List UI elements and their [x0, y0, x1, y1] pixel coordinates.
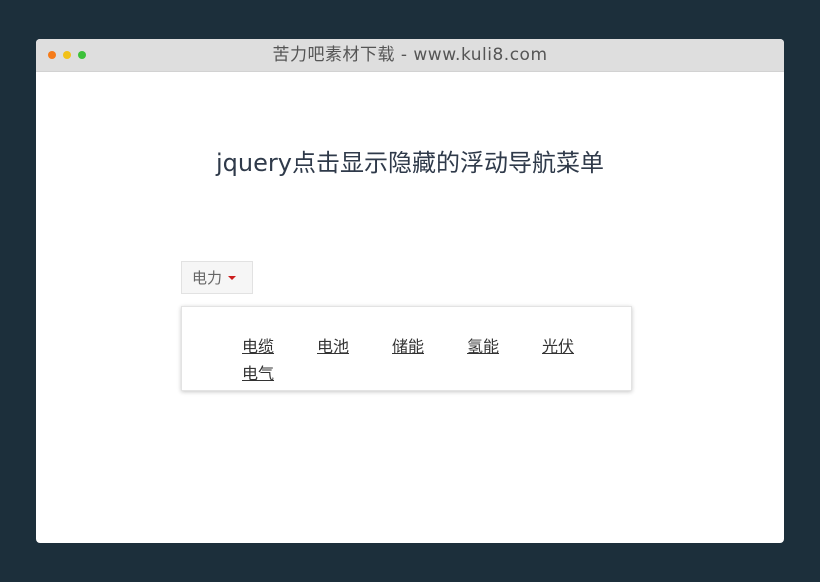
browser-window: 苦力吧素材下载 - www.kuli8.com jquery点击显示隐藏的浮动导… [36, 39, 784, 543]
menu-item-electrical[interactable]: 电气 [242, 360, 274, 384]
page-title: jquery点击显示隐藏的浮动导航菜单 [216, 149, 604, 177]
window-title: 苦力吧素材下载 - www.kuli8.com [272, 45, 548, 65]
menu-item-energy-storage[interactable]: 储能 [392, 333, 424, 357]
dropdown-toggle-button[interactable]: 电力 [181, 261, 253, 294]
dropdown-menu-panel: 电缆 电池 储能 氢能 光伏 电气 [181, 306, 632, 391]
menu-item-battery[interactable]: 电池 [317, 333, 349, 357]
caret-down-icon [228, 275, 237, 280]
menu-item-cable[interactable]: 电缆 [242, 333, 274, 357]
menu-item-hydrogen[interactable]: 氢能 [467, 333, 499, 357]
window-titlebar: 苦力吧素材下载 - www.kuli8.com [36, 39, 784, 72]
menu-item-photovoltaic[interactable]: 光伏 [542, 333, 574, 357]
dropdown-toggle-label: 电力 [192, 269, 223, 287]
